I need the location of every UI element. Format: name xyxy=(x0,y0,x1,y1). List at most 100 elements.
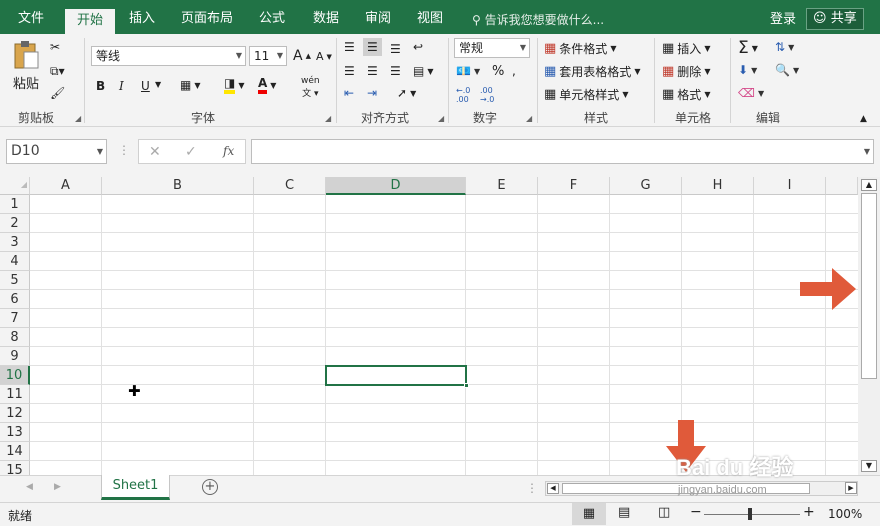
tab-insert[interactable]: 插入 xyxy=(118,0,166,34)
insert-function-icon[interactable]: fx xyxy=(223,142,234,160)
row-header[interactable]: 6 xyxy=(0,290,30,309)
column-header-selected[interactable]: D xyxy=(326,177,466,195)
scroll-thumb[interactable] xyxy=(861,193,877,379)
merge-center-icon[interactable]: ▤ ▼ xyxy=(413,64,434,78)
decrease-indent-icon[interactable]: ⇤ xyxy=(344,86,354,100)
row-header[interactable]: 5 xyxy=(0,271,30,290)
tab-page-layout[interactable]: 页面布局 xyxy=(172,0,242,34)
zoom-out-icon[interactable]: − xyxy=(690,504,702,520)
row-header[interactable]: 3 xyxy=(0,233,30,252)
fill-icon[interactable]: ⬇ ▼ xyxy=(738,63,757,77)
normal-view-icon[interactable]: ▦ xyxy=(572,503,606,525)
autosum-icon[interactable]: Σ ▼ xyxy=(738,38,758,58)
conditional-formatting-button[interactable]: ▦ 条件格式 ▼ xyxy=(544,40,616,57)
cell-styles-button[interactable]: ▦ 单元格样式 ▼ xyxy=(544,86,628,103)
row-header[interactable]: 13 xyxy=(0,423,30,442)
row-header[interactable]: 8 xyxy=(0,328,30,347)
page-break-view-icon[interactable]: ◫ xyxy=(658,505,670,520)
column-header[interactable]: I xyxy=(754,177,826,195)
zoom-slider[interactable] xyxy=(704,514,800,515)
delete-cells-button[interactable]: ▦ 删除 ▼ xyxy=(662,63,710,80)
zoom-in-icon[interactable]: + xyxy=(803,504,815,520)
format-painter-icon[interactable]: 🖌 xyxy=(50,86,65,100)
percent-button[interactable]: % xyxy=(492,64,504,79)
active-cell-d10[interactable] xyxy=(325,365,469,388)
tab-data[interactable]: 数据 xyxy=(302,0,350,34)
align-left-icon[interactable]: ☰ xyxy=(344,64,355,78)
align-bottom-icon[interactable]: ☰ xyxy=(390,42,401,56)
comma-icon[interactable]: , xyxy=(512,64,516,78)
share-button[interactable]: ☺ 共享 xyxy=(806,8,864,30)
font-color-icon[interactable]: A ▼ xyxy=(258,76,276,94)
tab-view[interactable]: 视图 xyxy=(406,0,454,34)
column-header[interactable]: C xyxy=(254,177,326,195)
clear-icon[interactable]: ⌫ ▼ xyxy=(738,86,764,100)
name-box[interactable]: D10 ▼ xyxy=(6,139,107,164)
bold-button[interactable]: B xyxy=(96,79,105,93)
tab-formulas[interactable]: 公式 xyxy=(248,0,296,34)
column-header[interactable]: B xyxy=(102,177,254,195)
column-header[interactable]: F xyxy=(538,177,610,195)
row-header[interactable]: 11 xyxy=(0,385,30,404)
italic-button[interactable]: I xyxy=(119,79,124,93)
chevron-down-icon[interactable]: ▼ xyxy=(155,80,161,89)
font-size-select[interactable]: 11 ▼ xyxy=(249,46,287,66)
column-header[interactable]: A xyxy=(30,177,102,195)
zoom-slider-thumb[interactable] xyxy=(748,508,752,520)
row-header[interactable]: 4 xyxy=(0,252,30,271)
row-header[interactable]: 10 xyxy=(0,366,30,385)
alignment-launcher-icon[interactable]: ◢ xyxy=(438,114,444,123)
tell-me-box[interactable]: ⚲ 告诉我您想要做什么... xyxy=(472,0,604,34)
row-header[interactable]: 1 xyxy=(0,195,30,214)
underline-button[interactable]: U xyxy=(141,79,150,93)
orientation-icon[interactable]: ➚ ▼ xyxy=(397,86,416,100)
align-center-icon[interactable]: ☰ xyxy=(367,64,378,78)
row-header[interactable]: 14 xyxy=(0,442,30,461)
number-format-select[interactable]: 常规 ▼ xyxy=(454,38,530,58)
fill-handle[interactable] xyxy=(464,383,469,388)
tab-file[interactable]: 文件 xyxy=(6,0,56,34)
format-as-table-button[interactable]: ▦ 套用表格格式 ▼ xyxy=(544,63,640,80)
align-top-icon[interactable]: ☰ xyxy=(344,40,355,54)
increase-indent-icon[interactable]: ⇥ xyxy=(367,86,377,100)
column-header[interactable] xyxy=(826,177,858,195)
align-middle-icon[interactable]: ☰ xyxy=(363,38,382,56)
paste-button[interactable]: 粘贴 xyxy=(10,40,42,92)
next-sheet-icon[interactable]: ▶ xyxy=(54,482,61,492)
increase-decimal-icon[interactable]: ←.0.00 xyxy=(456,86,470,104)
row-header[interactable]: 9 xyxy=(0,347,30,366)
phonetic-icon[interactable]: wén 文 ▾ xyxy=(301,76,320,99)
scroll-right-icon[interactable]: ▶ xyxy=(845,482,857,494)
format-cells-button[interactable]: ▦ 格式 ▼ xyxy=(662,86,710,103)
copy-icon[interactable]: ⧉▾ xyxy=(50,64,65,79)
vertical-scrollbar[interactable]: ▲ ▼ xyxy=(858,177,880,475)
row-header[interactable]: 12 xyxy=(0,404,30,423)
decrease-decimal-icon[interactable]: .00 →.0 xyxy=(480,86,494,104)
add-sheet-icon[interactable]: + xyxy=(202,479,218,495)
select-all-corner[interactable]: ◢ xyxy=(0,177,30,195)
column-header[interactable]: G xyxy=(610,177,682,195)
decrease-font-button[interactable]: A ▼ xyxy=(316,50,332,63)
wrap-text-icon[interactable]: ↩ xyxy=(413,40,423,54)
formula-input[interactable]: ▼ xyxy=(251,139,874,164)
tab-home[interactable]: 开始 xyxy=(65,9,115,34)
insert-cells-button[interactable]: ▦ 插入 ▼ xyxy=(662,40,710,57)
fill-color-icon[interactable]: ◨ ▼ xyxy=(224,76,245,94)
increase-font-button[interactable]: A ▲ xyxy=(293,48,311,64)
column-header[interactable]: E xyxy=(466,177,538,195)
align-right-icon[interactable]: ☰ xyxy=(390,64,401,78)
find-select-icon[interactable]: 🔍 ▼ xyxy=(775,63,799,77)
row-header[interactable]: 2 xyxy=(0,214,30,233)
enter-icon[interactable]: ✓ xyxy=(185,143,197,161)
page-layout-view-icon[interactable]: ▤ xyxy=(618,505,630,520)
number-launcher-icon[interactable]: ◢ xyxy=(526,114,532,123)
collapse-ribbon-icon[interactable]: ▲ xyxy=(860,114,867,124)
tab-split-grip-icon[interactable]: ⋮ xyxy=(526,481,538,495)
clipboard-launcher-icon[interactable]: ◢ xyxy=(75,114,81,123)
zoom-level[interactable]: 100% xyxy=(828,507,862,521)
cancel-icon[interactable]: ✕ xyxy=(149,143,161,161)
column-header[interactable]: H xyxy=(682,177,754,195)
accounting-icon[interactable]: 💶 ▼ xyxy=(456,64,480,78)
scroll-down-icon[interactable]: ▼ xyxy=(861,460,877,472)
prev-sheet-icon[interactable]: ◀ xyxy=(26,482,33,492)
